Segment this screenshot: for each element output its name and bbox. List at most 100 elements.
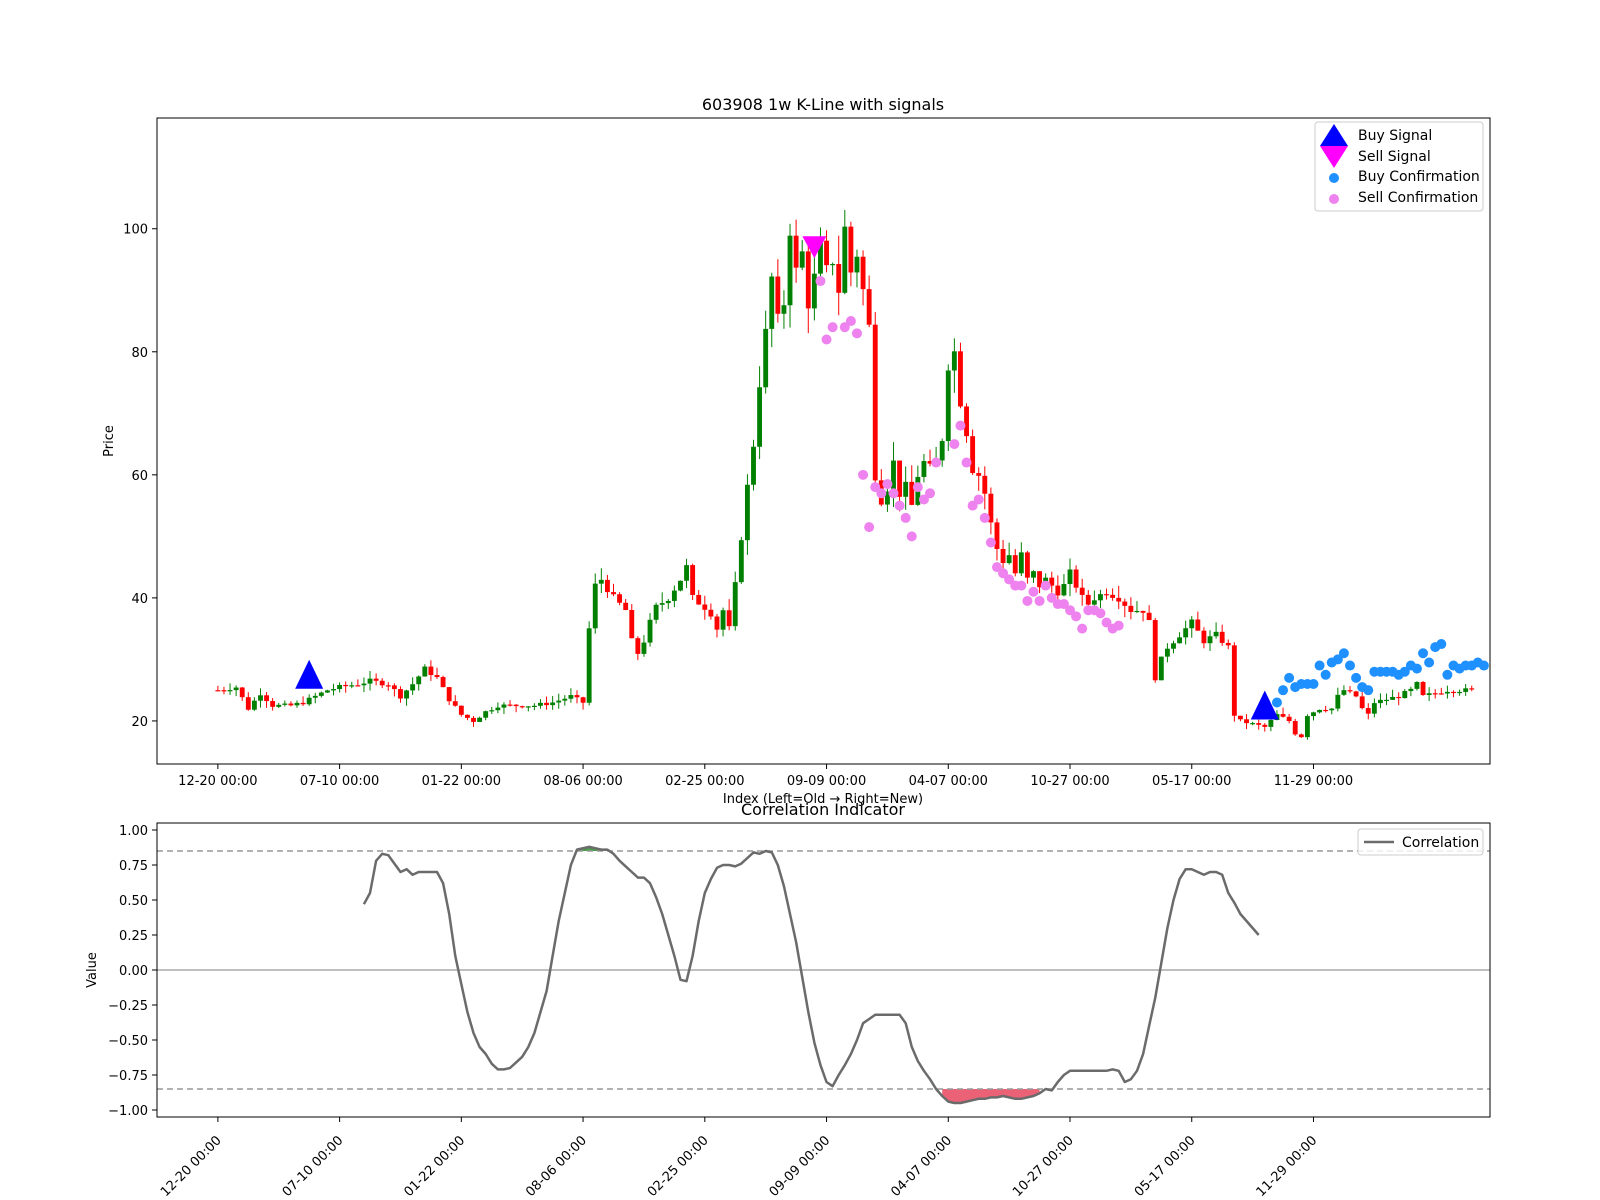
candle-body — [288, 703, 294, 706]
correlation-y-tick-label: 0.00 — [119, 964, 148, 979]
candle-body — [1469, 688, 1475, 690]
candle-body — [1408, 688, 1414, 692]
candle-body — [1359, 696, 1365, 709]
candle-body — [562, 698, 568, 701]
buy-confirmation-point — [1418, 648, 1429, 659]
candle-body — [471, 717, 476, 722]
candle-body — [678, 580, 683, 591]
correlation-legend[interactable]: Correlation — [1357, 828, 1484, 856]
correlation-y-tick-label: 0.50 — [119, 894, 148, 909]
candle-body — [1323, 709, 1329, 712]
sell-confirmation-point — [876, 488, 887, 499]
candle-body — [1171, 643, 1176, 649]
candle-body — [1250, 723, 1256, 725]
correlation-negative-fill — [942, 1089, 1040, 1103]
sell-confirmation-point — [1016, 580, 1027, 591]
candle-body — [1219, 631, 1225, 643]
sell-confirmation-point — [894, 500, 905, 511]
kline-legend[interactable]: Buy Signal Sell Signal Buy Confirmation … — [1314, 121, 1484, 212]
candle-body — [385, 685, 391, 687]
candle-body — [1055, 585, 1061, 596]
candle-body — [738, 540, 744, 583]
sell-confirmation-point — [1113, 620, 1124, 631]
legend-sell-confirmation-label: Sell Confirmation — [1358, 190, 1478, 206]
candle-body — [550, 702, 556, 706]
correlation-x-tick-label: 04-07 00:00 — [888, 1133, 955, 1200]
candle-body — [1244, 719, 1249, 724]
candle-body — [994, 522, 1000, 549]
candle-body — [1000, 548, 1006, 564]
candle-body — [647, 619, 653, 643]
buy-confirmation-point — [1424, 657, 1435, 668]
sell-confirmation-point — [931, 457, 942, 468]
correlation-reference-lines — [157, 850, 1490, 1090]
candle-body — [349, 685, 355, 687]
candle-body — [1225, 642, 1231, 646]
correlation-x-tick-label: 07-10 00:00 — [280, 1133, 347, 1200]
correlation-x-tick-label: 10-27 00:00 — [1010, 1133, 1077, 1200]
candle-body — [1152, 620, 1158, 681]
candle-body — [331, 689, 336, 691]
candle-body — [1311, 712, 1316, 717]
candle-body — [1341, 690, 1347, 695]
candle-body — [519, 706, 525, 708]
candle-body — [1134, 610, 1140, 613]
candle-body — [1384, 699, 1389, 702]
candle-body — [860, 256, 866, 290]
kline-y-label: Price — [102, 425, 117, 457]
candle-body — [744, 484, 750, 541]
candle-body — [452, 701, 458, 706]
candle-body — [1073, 569, 1079, 588]
sell-confirmation-point — [1034, 595, 1045, 606]
correlation-y-ticks: 1.00 0.75 0.50 0.25 0.00 −0.25 −0.50 −0.75 −1.00 — [108, 824, 157, 1119]
candle-body — [671, 590, 677, 601]
candle-body — [830, 263, 836, 266]
candle-body — [787, 235, 793, 306]
buy-confirmation-point — [1278, 685, 1289, 696]
candle-body — [312, 695, 318, 698]
sell-confirmation-point — [845, 316, 856, 327]
candle-body — [769, 276, 775, 329]
candle-body — [1104, 594, 1109, 596]
candle-body — [964, 406, 969, 437]
candle-body — [1420, 682, 1426, 695]
candle-body — [1207, 636, 1213, 644]
candle-body — [580, 697, 586, 703]
candle-body — [970, 436, 976, 474]
candle-body — [1268, 720, 1274, 727]
candle-body — [391, 685, 397, 690]
candle-body — [1122, 601, 1128, 606]
candle-body — [824, 240, 829, 266]
buy-confirmation-point — [1308, 679, 1319, 690]
sell-confirmation-point — [949, 439, 960, 450]
candle-body — [714, 616, 720, 630]
correlation-title: Correlation Indicator — [741, 800, 905, 819]
candle-body — [294, 702, 300, 706]
candle-body — [446, 687, 452, 702]
buy-confirmation-point — [1338, 648, 1349, 659]
candle-body — [1463, 688, 1469, 692]
candle-body — [1128, 605, 1134, 613]
kline-y-tick-label: 20 — [131, 715, 148, 730]
sell-confirmation-point — [1040, 580, 1051, 591]
candle-body — [1091, 600, 1097, 605]
candle-body — [245, 697, 251, 710]
sell-confirmation-point — [858, 469, 869, 480]
kline-x-tick-label: 01-22 00:00 — [422, 774, 501, 789]
candle-body — [367, 678, 373, 684]
candle-body — [458, 705, 464, 715]
candle-body — [1298, 734, 1304, 738]
correlation-y-tick-label: −0.75 — [108, 1069, 148, 1084]
candle-body — [1317, 709, 1323, 713]
correlation-y-label: Value — [85, 952, 100, 988]
candle-body — [544, 702, 549, 706]
candle-body — [1414, 682, 1420, 689]
candle-body — [1189, 619, 1195, 629]
candle-body — [903, 481, 909, 497]
candle-body — [507, 704, 513, 706]
candle-body — [410, 684, 416, 691]
candle-body — [343, 684, 349, 687]
candle-body — [891, 460, 896, 492]
candle-body — [1426, 693, 1432, 695]
candle-body — [337, 684, 343, 690]
